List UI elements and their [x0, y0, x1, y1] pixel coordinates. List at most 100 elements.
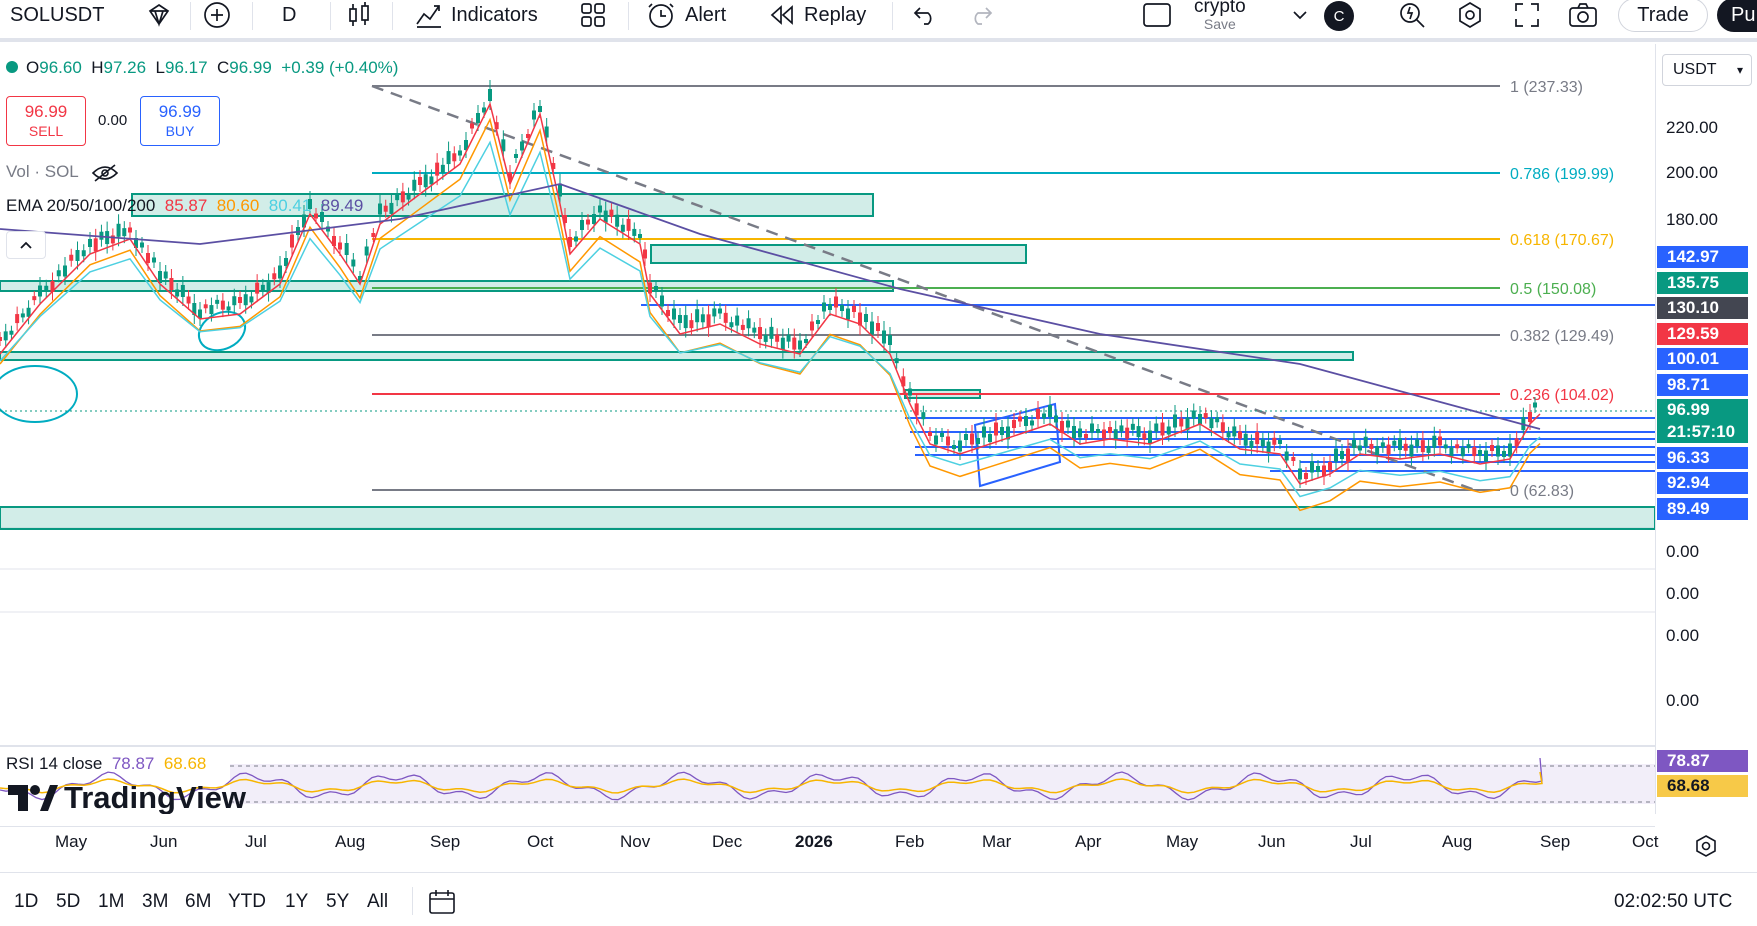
fullscreen-toggle-icon[interactable]	[1142, 0, 1172, 30]
sell-price: 96.99	[24, 102, 68, 121]
range-6m-button[interactable]: 6M	[185, 891, 211, 913]
price-label-line: 142.97	[1657, 246, 1748, 268]
candle-body	[488, 89, 492, 101]
volume-legend[interactable]: Vol · SOL	[6, 162, 119, 182]
candle-body	[146, 253, 150, 263]
chart-settings-gear-icon[interactable]	[1694, 834, 1718, 863]
layout-dropdown-chevron-icon[interactable]	[1292, 0, 1308, 30]
ema-50-value: 80.60	[216, 196, 260, 215]
price-label-line: 96.33	[1657, 447, 1748, 469]
symbol-options-icon[interactable]	[146, 0, 172, 30]
candle-body	[1142, 433, 1147, 440]
currency-select[interactable]: USDT ▾	[1662, 54, 1752, 86]
price-label-line: 130.10	[1657, 297, 1748, 319]
buy-button[interactable]: 96.99 BUY	[140, 96, 220, 146]
candle-body	[1215, 417, 1220, 423]
quick-search-icon[interactable]	[1398, 0, 1426, 30]
tradingview-logo[interactable]: TradingView	[8, 780, 246, 814]
undo-icon[interactable]	[912, 0, 938, 30]
rsi-legend[interactable]: RSI 14 close 78.87 68.68	[6, 754, 206, 774]
candle-body	[822, 302, 826, 312]
currency-value: USDT	[1673, 61, 1717, 78]
settings-gear-icon[interactable]	[1456, 0, 1484, 30]
chevron-up-icon	[20, 241, 32, 249]
candle-body	[429, 176, 434, 185]
range-1y-button[interactable]: 1Y	[285, 891, 308, 913]
candle-body	[946, 436, 950, 446]
replay-button[interactable]: Replay	[768, 0, 866, 30]
chart-type-candles-icon[interactable]	[347, 0, 371, 30]
candle-body	[75, 250, 80, 261]
hide-eye-icon[interactable]	[91, 163, 119, 182]
candle-body	[888, 335, 892, 345]
range-ytd-button[interactable]: YTD	[228, 891, 266, 913]
go-to-date-calendar-icon[interactable]	[428, 889, 456, 920]
candle-body	[470, 123, 474, 129]
candle-body	[786, 334, 791, 342]
range-5y-button[interactable]: 5Y	[326, 891, 349, 913]
trade-button[interactable]: Trade	[1618, 0, 1708, 32]
sell-button[interactable]: 96.99 SELL	[6, 96, 86, 146]
candle-body	[383, 205, 388, 212]
symbol-search-button[interactable]: SOLUSDT	[10, 0, 104, 30]
high-value: 97.26	[103, 58, 147, 77]
alert-button[interactable]: Alert	[647, 0, 726, 30]
candle-body	[446, 151, 451, 165]
candle-body	[1284, 451, 1289, 461]
publish-button[interactable]: Pu	[1717, 0, 1757, 32]
candle-body	[260, 284, 265, 291]
chart-canvas[interactable]: 1 (237.33) 0.786 (199.99) 0.618 (170.67) 0.…	[0, 44, 1655, 814]
support-zone	[0, 280, 894, 292]
sell-label: SELL	[28, 123, 64, 139]
collapse-legend-button[interactable]	[6, 231, 46, 259]
change-value: +0.39 (+0.40%)	[281, 58, 399, 77]
compare-symbol-icon[interactable]	[203, 0, 231, 30]
snapshot-camera-icon[interactable]	[1568, 0, 1598, 30]
candle-body	[152, 257, 156, 263]
candle-body	[1249, 440, 1254, 448]
candle-body	[249, 296, 254, 303]
candle-body	[20, 313, 25, 318]
candle-body	[852, 306, 856, 312]
redo-icon[interactable]	[968, 0, 994, 30]
candle-body	[1000, 427, 1004, 435]
fullscreen-icon[interactable]	[1514, 0, 1540, 30]
indicator-templates-icon[interactable]	[580, 0, 606, 30]
candle-body	[775, 334, 780, 342]
interval-button[interactable]: D	[282, 0, 296, 30]
range-3m-button[interactable]: 3M	[142, 891, 168, 913]
candle-body	[163, 271, 168, 279]
candle-body	[1358, 445, 1362, 451]
candle-body	[643, 249, 647, 259]
ema-legend[interactable]: EMA 20/50/100/200 85.87 80.60 80.41 89.4…	[6, 196, 363, 216]
candle-body	[364, 246, 369, 256]
candle-body	[746, 318, 751, 329]
price-axis[interactable]: USDT ▾ 220.00 200.00 180.00 142.97 135.7…	[1655, 44, 1757, 814]
low-value: 96.17	[164, 58, 208, 77]
range-5d-button[interactable]: 5D	[56, 891, 80, 913]
candle-body	[1113, 429, 1118, 441]
indicators-button[interactable]: Indicators	[415, 0, 538, 30]
candle-body	[828, 304, 832, 310]
time-tick-label: Jul	[1350, 832, 1372, 851]
utc-clock[interactable]: 02:02:50 UTC	[1614, 891, 1732, 913]
time-axis[interactable]: May Jun Jul Aug Sep Oct Nov Dec 2026 Feb Mar Apr May…	[0, 832, 1757, 862]
candle-body	[994, 422, 998, 436]
candle-body	[1232, 426, 1237, 437]
candle-body	[934, 435, 938, 445]
candle-body	[1478, 450, 1482, 456]
candle-body	[1090, 423, 1094, 433]
range-1m-button[interactable]: 1M	[98, 891, 124, 913]
fib-level-label: 0.236 (104.02)	[1510, 387, 1614, 404]
candle-body	[1054, 415, 1058, 423]
price-chart[interactable]: 1 (237.33) 0.786 (199.99) 0.618 (170.67) 0.…	[0, 44, 1655, 814]
range-1d-button[interactable]: 1D	[14, 891, 38, 913]
candle-body	[603, 210, 608, 223]
candle-body	[1048, 405, 1052, 417]
candle-body	[1375, 446, 1380, 457]
layout-menu-button[interactable]: crypto Save	[1194, 0, 1246, 33]
price-label-line: 129.59	[1657, 323, 1748, 345]
support-zone	[0, 506, 1655, 530]
range-all-button[interactable]: All	[367, 891, 388, 913]
avatar[interactable]: C	[1324, 1, 1354, 31]
